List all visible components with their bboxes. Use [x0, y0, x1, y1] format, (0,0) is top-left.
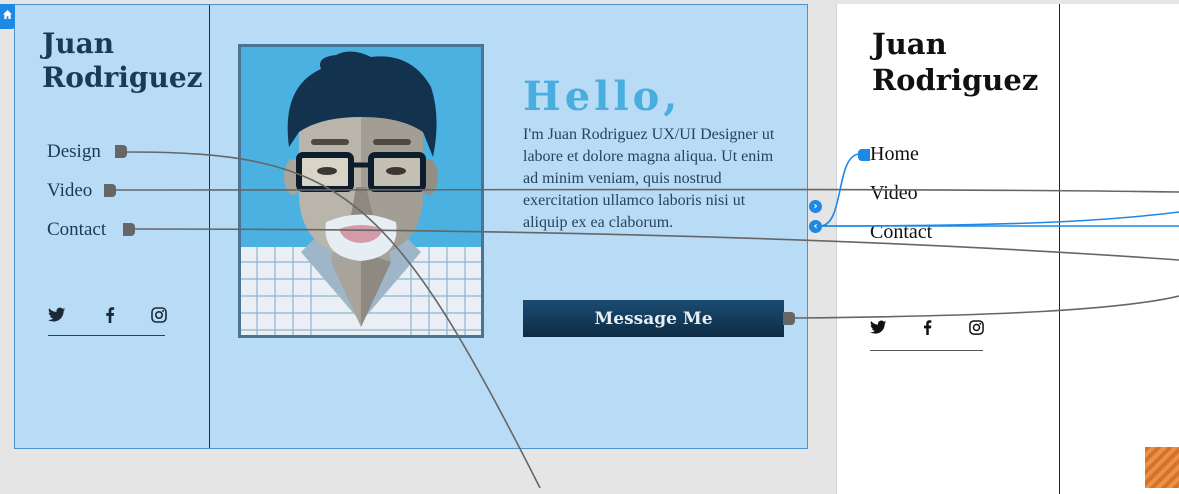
twitter-icon[interactable] — [48, 307, 66, 327]
chevron-left-icon[interactable]: ‹ — [809, 220, 822, 233]
nav-contact[interactable]: Contact — [47, 219, 106, 241]
nav-home[interactable]: Home — [870, 143, 919, 166]
home-icon[interactable] — [0, 4, 15, 29]
site-title: Juan Rodriguez — [42, 27, 203, 95]
social-links — [48, 307, 168, 327]
link-handle-design[interactable] — [115, 145, 127, 158]
instagram-icon[interactable] — [969, 320, 984, 339]
link-handle-contact[interactable] — [123, 223, 135, 236]
hero-bio: I'm Juan Rodriguez UX/UI Designer ut lab… — [523, 126, 775, 231]
message-me-button[interactable]: Message Me — [523, 300, 784, 337]
twitter-icon[interactable] — [870, 320, 887, 339]
social-underline — [870, 350, 983, 351]
link-target-home[interactable] — [858, 149, 870, 161]
facebook-icon[interactable] — [105, 307, 115, 327]
link-handle-message[interactable] — [783, 312, 795, 325]
sidebar-divider — [1059, 4, 1060, 494]
link-handle-video[interactable] — [104, 184, 116, 197]
chevron-right-icon[interactable]: › — [809, 200, 822, 213]
nav-contact[interactable]: Contact — [870, 221, 932, 244]
artboard-thumbnail[interactable] — [1145, 447, 1179, 488]
sidebar-divider — [209, 5, 210, 448]
avatar-illustration — [238, 44, 484, 338]
nav-video[interactable]: Video — [47, 180, 92, 202]
social-underline — [48, 335, 165, 336]
instagram-icon[interactable] — [151, 307, 167, 327]
artboard-desktop-video[interactable]: Juan Rodriguez Home Video Contact — [836, 4, 1179, 494]
facebook-icon[interactable] — [923, 320, 932, 339]
social-links — [870, 320, 990, 340]
nav-design[interactable]: Design — [47, 141, 101, 163]
site-title: Juan Rodriguez — [872, 27, 1039, 97]
nav-video[interactable]: Video — [870, 182, 918, 205]
hero-greeting: Hello, — [523, 73, 682, 120]
